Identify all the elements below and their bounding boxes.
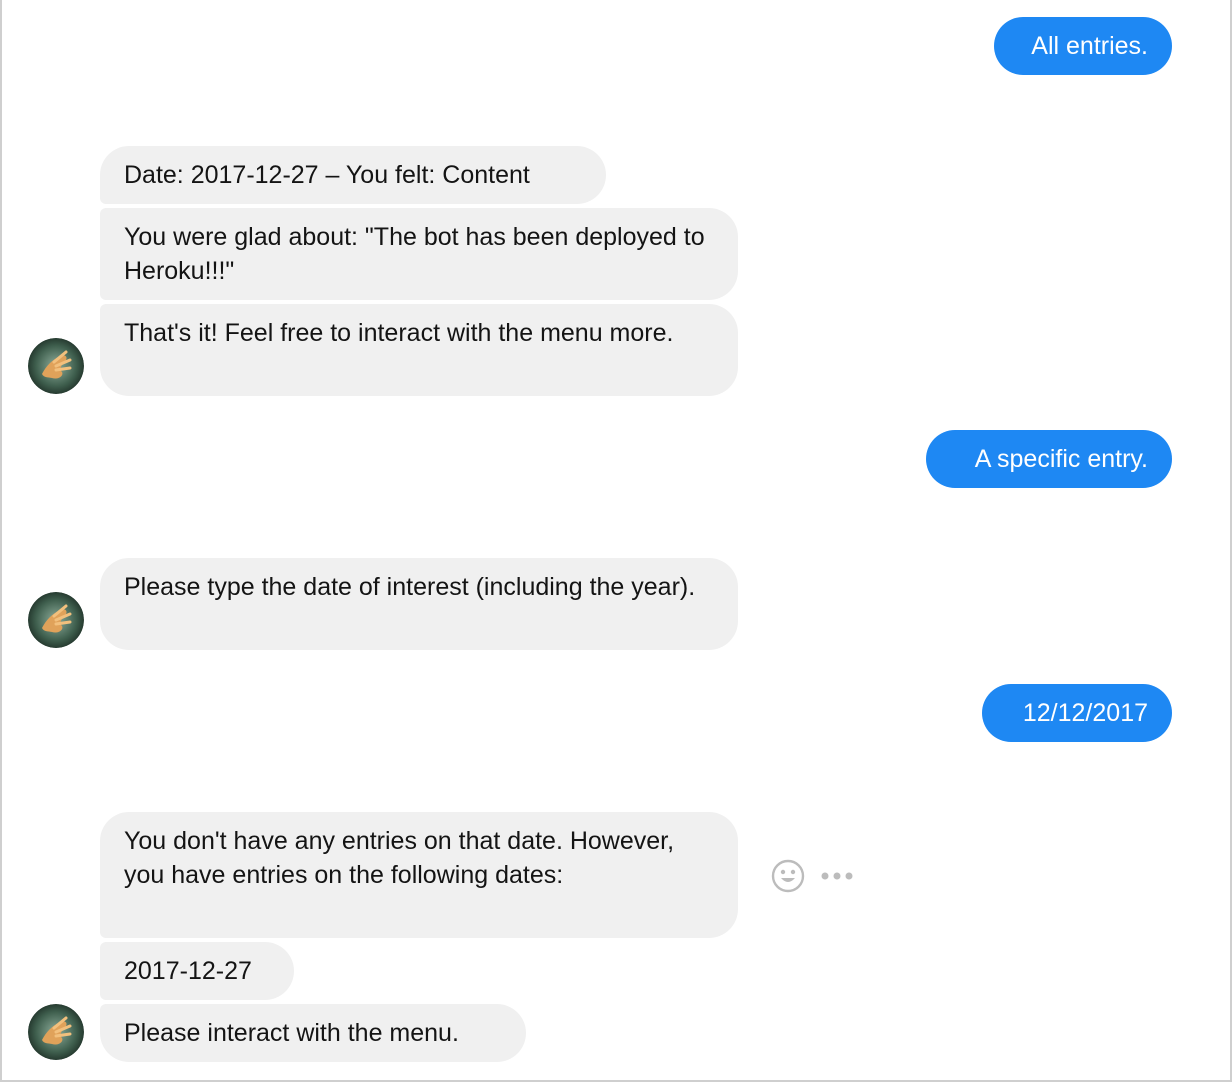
incoming-message-text: You don't have any entries on that date.… (124, 827, 675, 889)
outgoing-message-text: All entries. (1031, 32, 1148, 60)
incoming-message[interactable]: That's it! Feel free to interact with th… (100, 304, 738, 396)
incoming-message[interactable]: Please interact with the menu. (100, 1004, 526, 1062)
incoming-message-text: Please type the date of interest (includ… (124, 573, 696, 601)
incoming-message[interactable]: Date: 2017-12-27 – You felt: Content (100, 146, 606, 204)
incoming-message[interactable]: Please type the date of interest (includ… (100, 558, 738, 650)
avatar-image (28, 592, 84, 648)
bot-avatar[interactable] (28, 338, 84, 394)
outgoing-message[interactable]: A specific entry. (926, 430, 1172, 488)
bot-avatar[interactable] (28, 1004, 84, 1060)
incoming-message-text: Please interact with the menu. (124, 1019, 459, 1047)
incoming-message[interactable]: You were glad about: "The bot has been d… (100, 208, 738, 300)
message-actions (770, 858, 856, 894)
incoming-message-text: Date: 2017-12-27 – You felt: Content (124, 161, 530, 189)
incoming-message-text: 2017-12-27 (124, 957, 252, 985)
outgoing-message-text: 12/12/2017 (1022, 699, 1148, 727)
avatar-image (28, 1004, 84, 1060)
incoming-message[interactable]: You don't have any entries on that date.… (100, 812, 738, 938)
chat-window: All entries. Date: 2017-12-27 – You felt… (0, 0, 1232, 1082)
incoming-message-text: You were glad about: "The bot has been d… (124, 223, 705, 285)
smiley-face-icon[interactable] (770, 858, 806, 894)
bot-avatar[interactable] (28, 592, 84, 648)
outgoing-message-text: A specific entry. (974, 445, 1148, 473)
more-options-icon[interactable] (820, 871, 856, 881)
avatar-image (28, 338, 84, 394)
outgoing-message[interactable]: All entries. (994, 17, 1172, 75)
incoming-message[interactable]: 2017-12-27 (100, 942, 294, 1000)
incoming-message-text: That's it! Feel free to interact with th… (124, 319, 674, 347)
outgoing-message[interactable]: 12/12/2017 (982, 684, 1172, 742)
